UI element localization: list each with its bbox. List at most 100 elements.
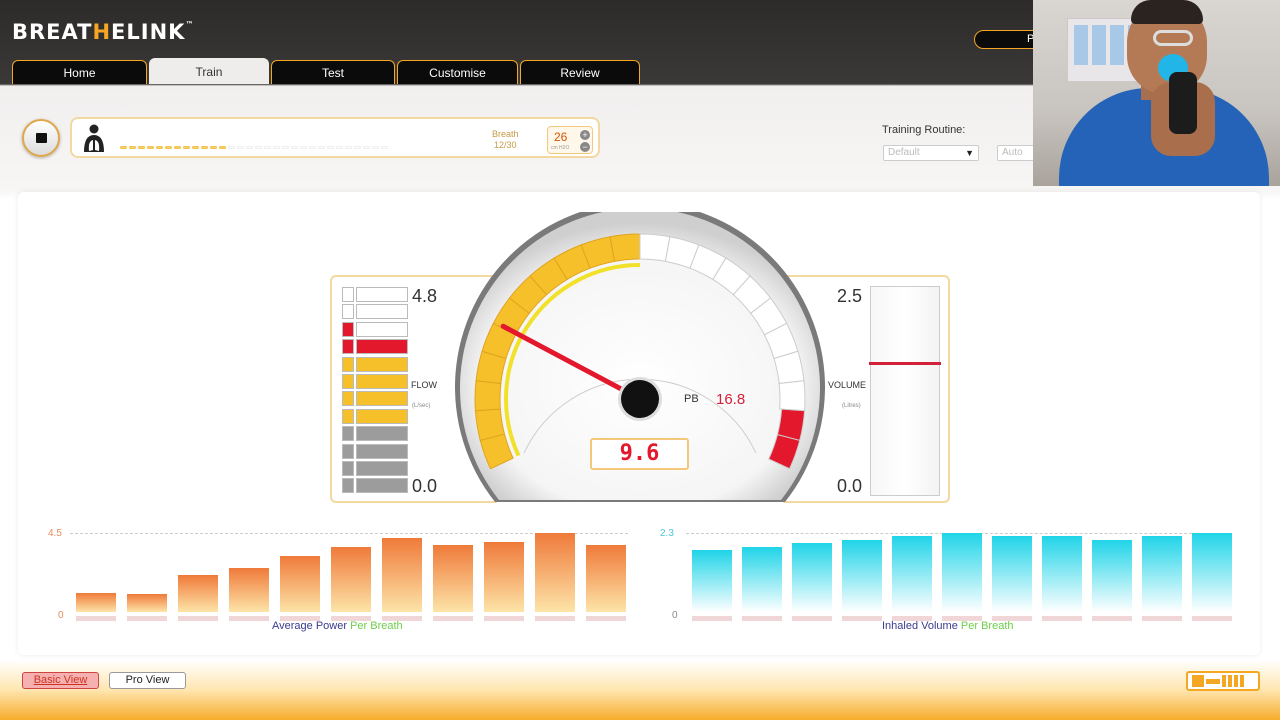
flow-indicator [342, 408, 354, 424]
chart-bar [942, 533, 982, 612]
breathelink-logo: BREATHELINK™ [12, 20, 195, 44]
decrease-load-button[interactable]: − [580, 142, 590, 152]
flow-min: 0.0 [412, 476, 438, 496]
flow-bar [356, 478, 408, 494]
main-tabs: Home Train Test Customise Review [12, 58, 640, 84]
breath-dot [165, 146, 172, 149]
bar-reflection [1092, 616, 1132, 621]
chart-bar [229, 568, 269, 612]
breath-dot [318, 146, 325, 149]
breath-dot [273, 146, 280, 149]
volume-tube [870, 286, 940, 496]
breath-dot [246, 146, 253, 149]
power-y-min: 0 [58, 610, 64, 621]
volume-max: 2.5 [837, 286, 863, 306]
breath-dot [381, 146, 388, 149]
flow-bar [356, 426, 408, 442]
flow-indicator [342, 304, 354, 320]
chart-bar [1092, 539, 1132, 612]
chart-bar [535, 533, 575, 612]
load-value: 26 [554, 130, 568, 144]
bar-reflection [229, 616, 269, 621]
layout-toggle-button[interactable] [1186, 671, 1260, 691]
chart-bar [586, 545, 626, 612]
pressure-readout: 9.6 [590, 438, 689, 470]
gauge-segment [474, 408, 506, 442]
chart-bar [992, 536, 1032, 612]
breath-dot [336, 146, 343, 149]
training-routine-select[interactable]: Default ▼ [883, 145, 979, 161]
layout-lines-icon [1206, 678, 1220, 684]
flow-indicator [342, 461, 354, 476]
breath-dot [120, 146, 127, 149]
flow-max: 4.8 [412, 286, 438, 306]
breath-dot [282, 146, 289, 149]
stop-button[interactable] [22, 119, 60, 157]
volume-label: VOLUME [828, 380, 867, 390]
tab-customise[interactable]: Customise [397, 60, 518, 84]
chart-bar [484, 541, 524, 612]
bar-reflection [535, 616, 575, 621]
flow-indicator [342, 478, 354, 494]
tab-test[interactable]: Test [271, 60, 395, 84]
volume-level-line [869, 361, 941, 365]
breath-dot [363, 146, 370, 149]
chart-bar [331, 547, 371, 612]
breath-dot [300, 146, 307, 149]
tab-train[interactable]: Train [149, 58, 269, 84]
bar-reflection [1142, 616, 1182, 621]
breath-progress-panel: Breath 12/30 26 cm H2O + − [70, 117, 600, 158]
breath-dot [264, 146, 271, 149]
chart-bar [792, 543, 832, 612]
breath-dot [174, 146, 181, 149]
breath-dots [120, 146, 388, 149]
breath-dot [183, 146, 190, 149]
flow-indicator [342, 339, 354, 355]
increase-load-button[interactable]: + [580, 130, 590, 140]
breath-dot [147, 146, 154, 149]
auto-select[interactable]: Auto [997, 145, 1035, 161]
flow-indicator [342, 443, 354, 459]
breathing-device [1169, 72, 1197, 134]
load-unit: cm H2O [551, 145, 570, 151]
breath-dot [219, 146, 226, 149]
basic-view-button[interactable]: Basic View [22, 672, 99, 689]
bar-reflection [1042, 616, 1082, 621]
flow-bar [356, 391, 408, 407]
volume-caption: Inhaled Volume Per Breath [882, 620, 1014, 632]
tab-home[interactable]: Home [12, 60, 147, 84]
breath-dot [291, 146, 298, 149]
breath-dot [237, 146, 244, 149]
volume-y-min: 0 [672, 610, 678, 621]
dropdown-arrow-icon: ▼ [965, 148, 974, 158]
load-setting: 26 cm H2O + − [547, 126, 593, 154]
breath-dot [138, 146, 145, 149]
flow-indicator [342, 391, 354, 407]
flow-bar [356, 408, 408, 424]
tab-review[interactable]: Review [520, 60, 640, 84]
volume-min: 0.0 [837, 476, 863, 496]
breath-dot [327, 146, 334, 149]
flow-bar [356, 321, 408, 337]
webcam-overlay [1033, 0, 1280, 186]
flow-bar [356, 443, 408, 459]
layout-bar-icon [1240, 675, 1244, 687]
chart-bar [692, 550, 732, 612]
bar-reflection [178, 616, 218, 621]
breath-count: Breath 12/30 [492, 129, 519, 150]
layout-block-icon [1192, 675, 1204, 687]
flow-bar [356, 287, 408, 302]
breath-dot [210, 146, 217, 149]
stop-icon [36, 133, 47, 143]
breath-dot [156, 146, 163, 149]
chart-bar [892, 536, 932, 612]
chart-bar [127, 594, 167, 612]
bar-reflection [1192, 616, 1232, 621]
pro-view-button[interactable]: Pro View [109, 672, 186, 689]
power-bars [70, 533, 630, 621]
breath-dot [192, 146, 199, 149]
average-power-chart: 4.5 0 Average Power Per Breath [40, 528, 640, 638]
layout-bar-icon [1222, 675, 1226, 687]
flow-bar [356, 374, 408, 389]
breath-dot [255, 146, 262, 149]
